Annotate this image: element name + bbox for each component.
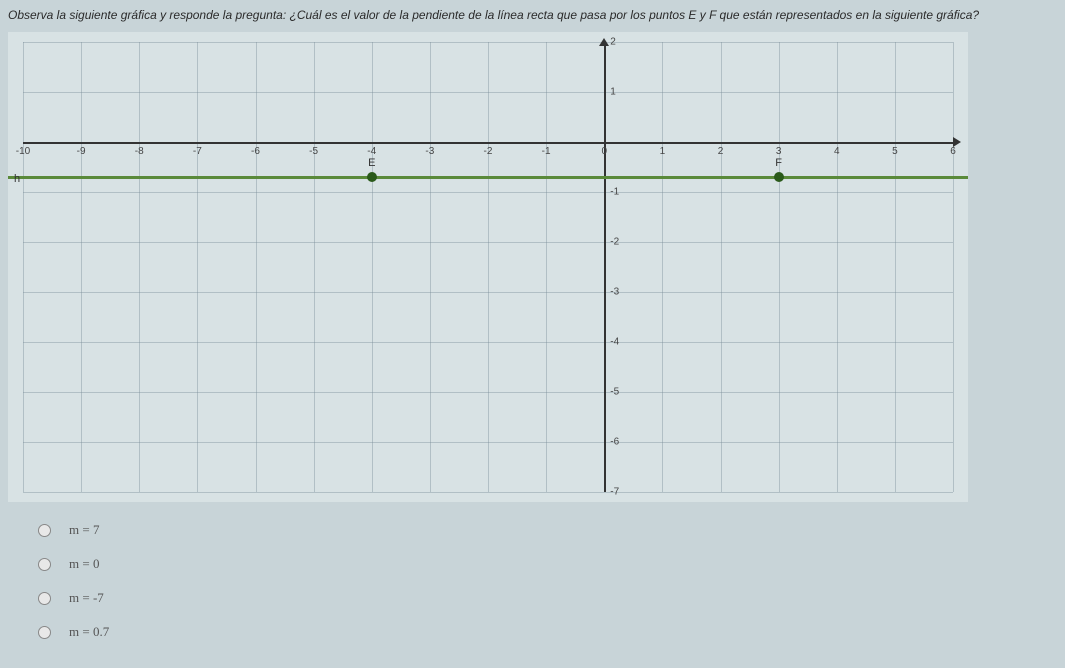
radio-button[interactable] — [38, 592, 51, 605]
x-tick-label: 6 — [950, 146, 956, 157]
point-label-e: E — [368, 157, 375, 169]
x-tick-label: -5 — [309, 146, 318, 157]
radio-button[interactable] — [38, 626, 51, 639]
y-tick-label: -5 — [610, 387, 619, 398]
x-tick-label: -8 — [135, 146, 144, 157]
option-label: m = 0.7 — [69, 624, 109, 640]
radio-button[interactable] — [38, 524, 51, 537]
y-tick-label: 2 — [610, 37, 616, 48]
x-tick-label: 4 — [834, 146, 840, 157]
radio-button[interactable] — [38, 558, 51, 571]
x-tick-label: -1 — [542, 146, 551, 157]
x-tick-label: -4 — [367, 146, 376, 157]
y-tick-label: -4 — [610, 337, 619, 348]
x-tick-label: 5 — [892, 146, 898, 157]
point-label-f: F — [775, 157, 782, 169]
y-tick-label: -3 — [610, 287, 619, 298]
x-tick-label: -9 — [77, 146, 86, 157]
point-f — [774, 172, 784, 182]
question-text: Observa la siguiente gráfica y responde … — [8, 8, 1057, 22]
x-tick-label: -2 — [484, 146, 493, 157]
x-tick-label: 3 — [776, 146, 782, 157]
option-label: m = -7 — [69, 590, 104, 606]
x-tick-label: -3 — [425, 146, 434, 157]
x-tick-label: -6 — [251, 146, 260, 157]
line-label: h — [14, 173, 20, 185]
line-h — [8, 176, 968, 179]
x-tick-label: 0 — [601, 146, 607, 157]
option-row: m = -7 — [38, 590, 1057, 606]
y-tick-label: -1 — [610, 187, 619, 198]
option-row: m = 0.7 — [38, 624, 1057, 640]
answer-options: m = 7 m = 0 m = -7 m = 0.7 — [8, 522, 1057, 640]
y-tick-label: -7 — [610, 487, 619, 498]
x-tick-label: 2 — [718, 146, 724, 157]
y-tick-label: -2 — [610, 237, 619, 248]
coordinate-chart: -10-9-8-7-6-5-4-3-2-10123456-7-6-5-4-3-2… — [8, 32, 968, 502]
x-tick-label: -7 — [193, 146, 202, 157]
option-label: m = 7 — [69, 522, 99, 538]
x-tick-label: -10 — [16, 146, 30, 157]
option-row: m = 0 — [38, 556, 1057, 572]
x-tick-label: 1 — [660, 146, 666, 157]
point-e — [367, 172, 377, 182]
y-tick-label: 1 — [610, 87, 616, 98]
option-label: m = 0 — [69, 556, 99, 572]
option-row: m = 7 — [38, 522, 1057, 538]
y-tick-label: -6 — [610, 437, 619, 448]
